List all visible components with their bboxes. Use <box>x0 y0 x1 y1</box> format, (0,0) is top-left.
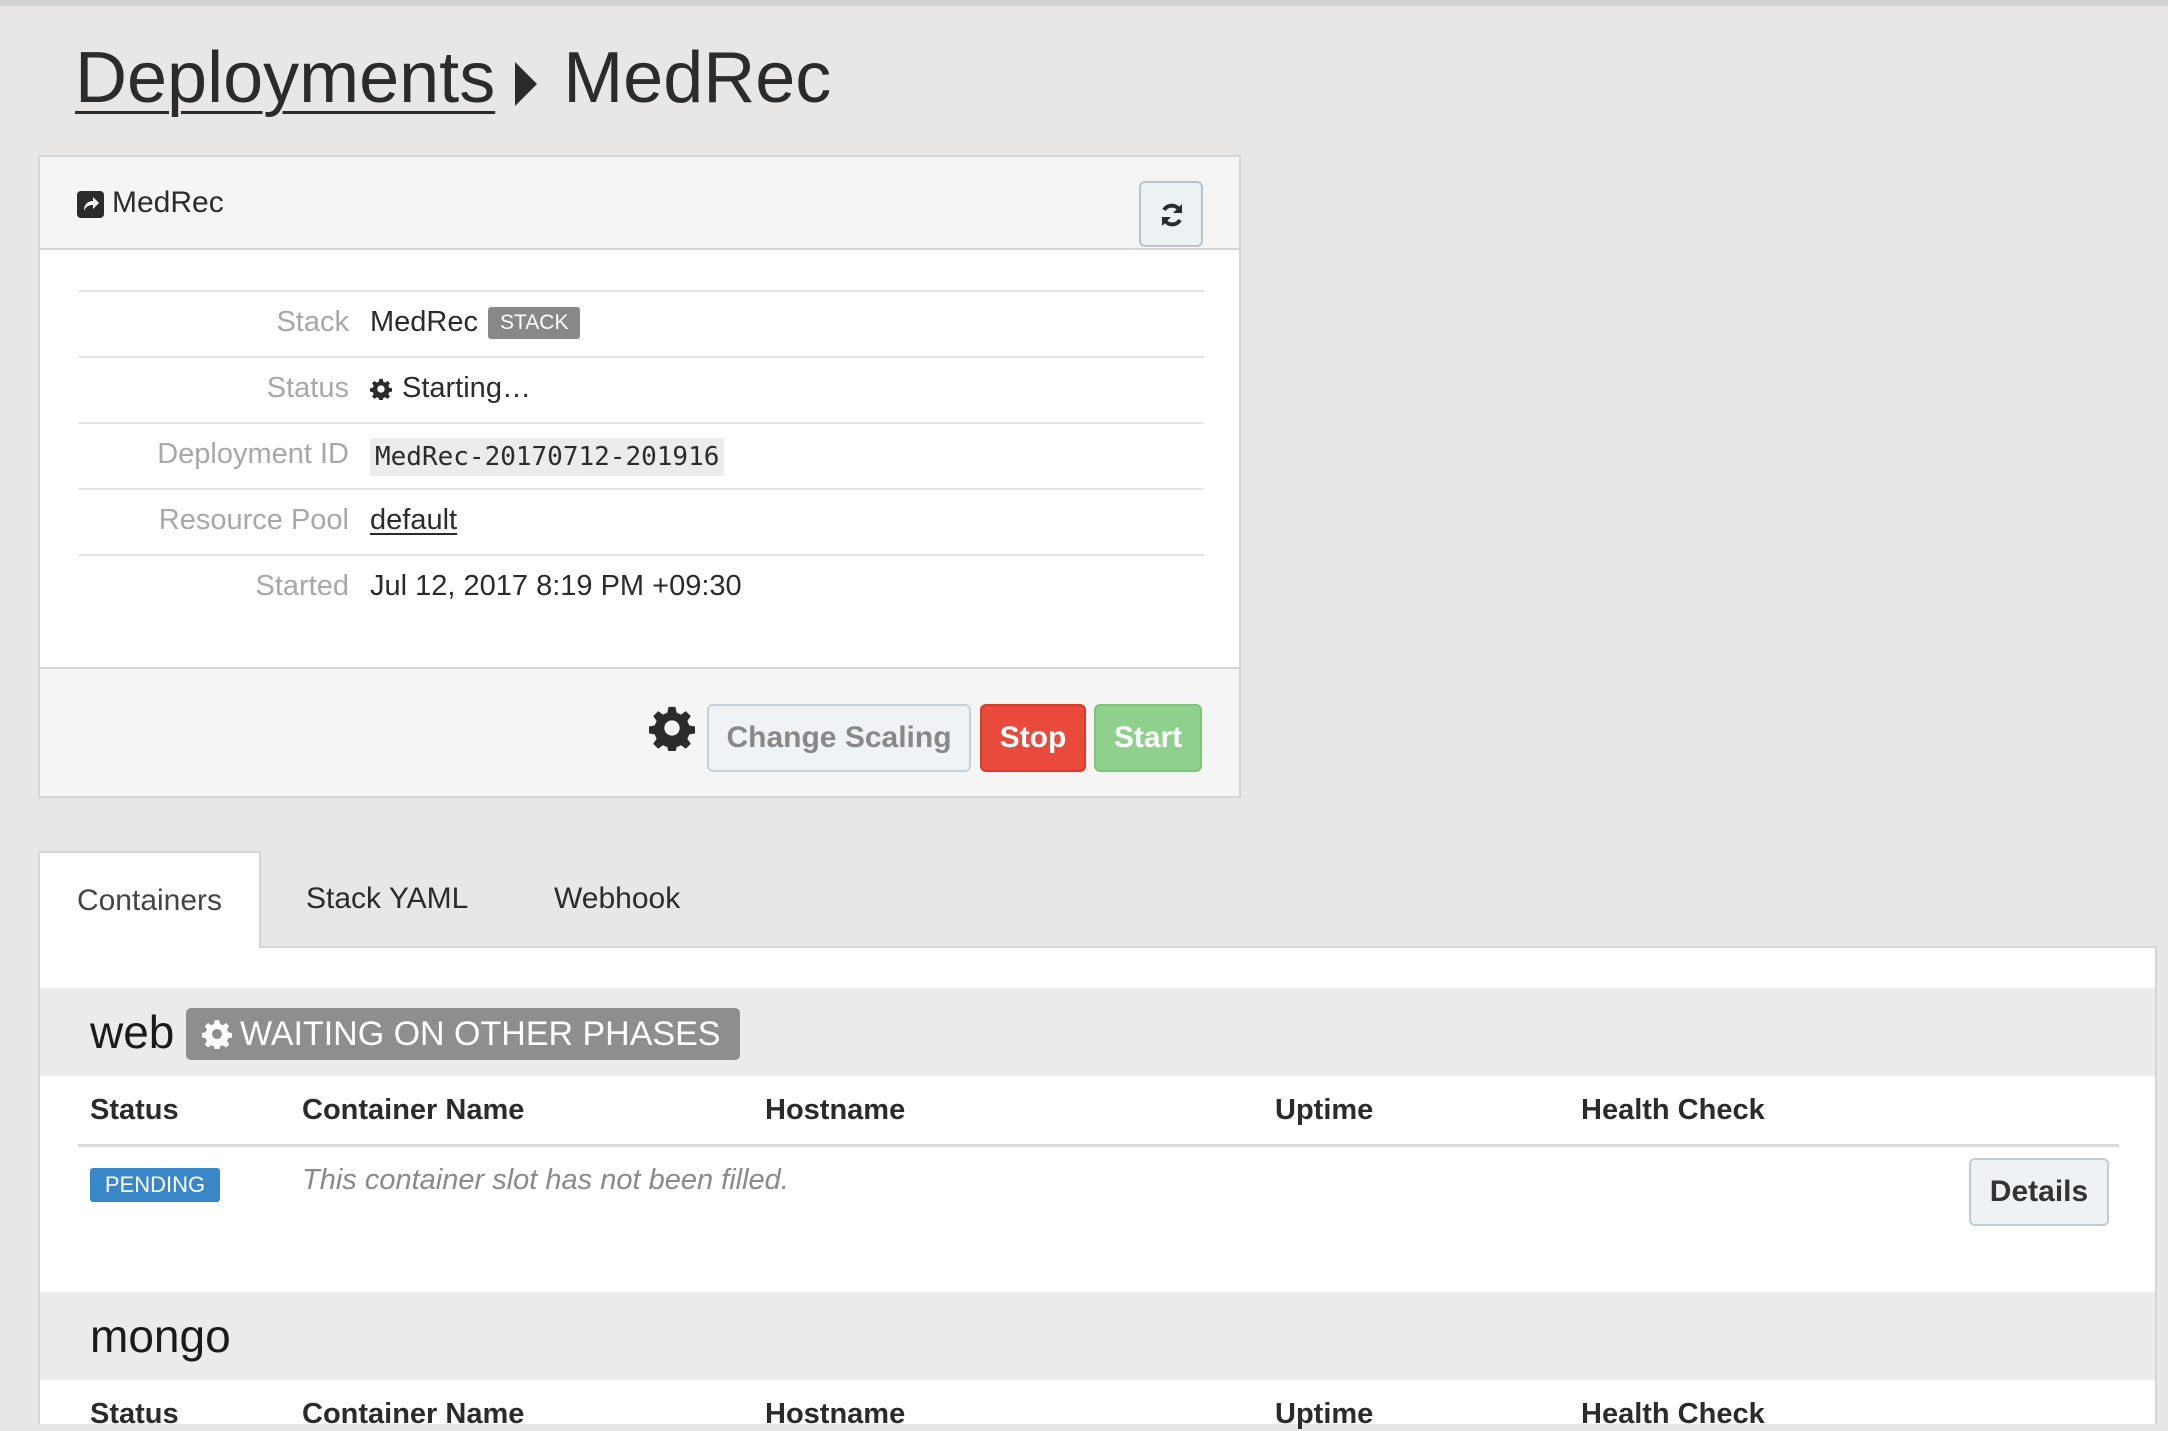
status-text: Starting… <box>402 372 531 404</box>
containers-content: web WAITING ON OTHER PHASES Status Conta… <box>38 946 2157 1430</box>
tab-stack-yaml[interactable]: Stack YAML <box>306 851 468 947</box>
info-label: Resource Pool <box>158 504 349 536</box>
info-label: Started <box>255 570 350 602</box>
col-uptime: Uptime <box>1275 1094 1374 1126</box>
start-button[interactable]: Start <box>1094 704 1202 772</box>
col-health-check: Health Check <box>1581 1398 1765 1430</box>
details-button[interactable]: Details <box>1969 1158 2109 1226</box>
info-row-deployment-id: Deployment ID MedRec-20170712-201916 <box>78 422 1204 488</box>
page-title: Deployments MedRec <box>75 34 831 122</box>
gear-icon <box>202 1020 232 1049</box>
stop-button[interactable]: Stop <box>980 704 1086 772</box>
info-row-status: Status Starting… <box>78 356 1204 422</box>
top-border <box>0 0 2168 6</box>
phase-badge: WAITING ON OTHER PHASES <box>186 1008 741 1060</box>
service-header-mongo: mongo <box>40 1292 2155 1380</box>
info-label: Stack <box>276 306 349 338</box>
deployment-id: MedRec-20170712-201916 <box>370 438 725 476</box>
resource-pool-value: default <box>370 504 457 537</box>
tab-containers[interactable]: Containers <box>38 851 261 948</box>
gear-icon <box>370 378 392 400</box>
started-value: Jul 12, 2017 8:19 PM +09:30 <box>370 570 742 602</box>
stack-value: MedRec STACK <box>370 306 581 339</box>
col-hostname: Hostname <box>765 1398 906 1430</box>
empty-slot-message: This container slot has not been filled. <box>302 1164 789 1196</box>
col-health-check: Health Check <box>1581 1094 1765 1126</box>
col-hostname: Hostname <box>765 1094 906 1126</box>
deployment-panel: MedRec Stack MedRec STACK Status Startin… <box>38 155 1241 798</box>
info-label: Deployment ID <box>157 438 349 470</box>
service-name: mongo <box>90 1310 231 1362</box>
col-status: Status <box>90 1094 179 1126</box>
info-label: Status <box>266 372 349 404</box>
refresh-icon <box>1162 203 1182 227</box>
service-header-web: web WAITING ON OTHER PHASES <box>40 988 2155 1076</box>
panel-footer: Change Scaling Stop Start <box>40 667 1239 796</box>
info-row-stack: Stack MedRec STACK <box>78 290 1204 356</box>
col-container-name: Container Name <box>302 1094 525 1126</box>
panel-title: MedRec <box>112 186 224 219</box>
tab-webhook[interactable]: Webhook <box>554 851 680 947</box>
breadcrumb-arrow-icon <box>515 62 538 106</box>
gear-icon[interactable] <box>649 705 695 751</box>
info-row-started: Started Jul 12, 2017 8:19 PM +09:30 <box>78 554 1204 620</box>
resource-pool-link[interactable]: default <box>370 504 457 537</box>
phase-text: WAITING ON OTHER PHASES <box>240 1014 721 1053</box>
status-value: Starting… <box>370 372 531 405</box>
refresh-button[interactable] <box>1139 181 1203 247</box>
panel-header: MedRec <box>40 157 1239 250</box>
change-scaling-button[interactable]: Change Scaling <box>707 704 971 772</box>
service-name: web <box>90 1006 175 1058</box>
info-row-resource-pool: Resource Pool default <box>78 488 1204 554</box>
col-status: Status <box>90 1398 179 1430</box>
stack-name: MedRec <box>370 306 478 338</box>
breadcrumb-current: MedRec <box>563 38 832 118</box>
stack-badge: STACK <box>488 306 581 339</box>
deployment-id-value: MedRec-20170712-201916 <box>370 438 725 476</box>
header-divider <box>78 1144 2119 1147</box>
deployment-info: Stack MedRec STACK Status Starting… Depl… <box>78 290 1204 620</box>
col-container-name: Container Name <box>302 1398 525 1430</box>
share-icon <box>77 191 104 218</box>
breadcrumb-deployments-link[interactable]: Deployments <box>75 38 495 118</box>
status-badge: PENDING <box>90 1168 220 1202</box>
col-uptime: Uptime <box>1275 1398 1374 1430</box>
